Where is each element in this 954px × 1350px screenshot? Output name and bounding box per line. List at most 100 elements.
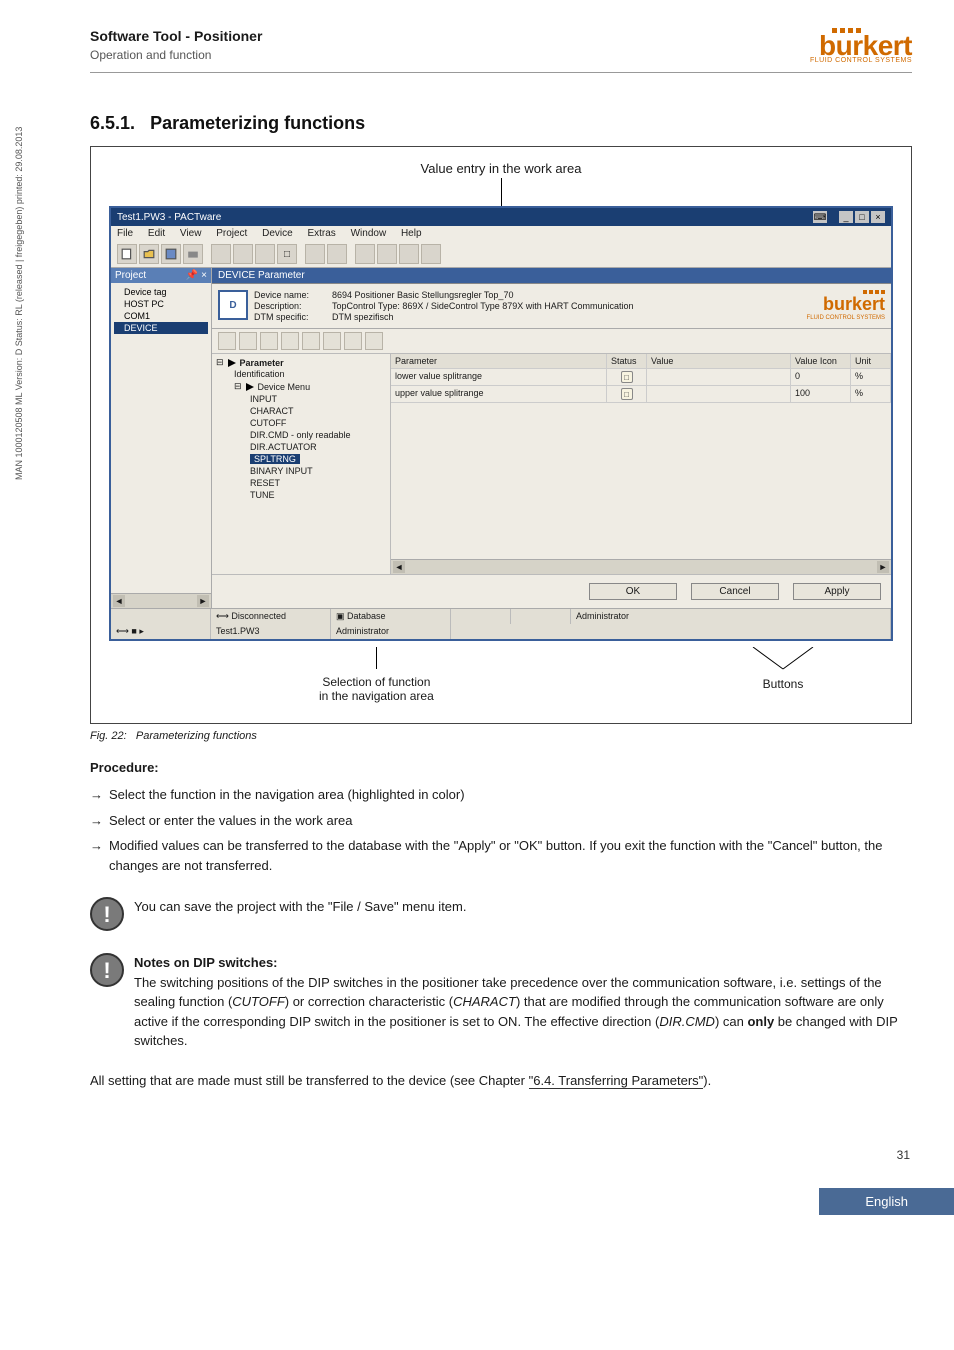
nav-item[interactable]: BINARY INPUT bbox=[216, 465, 386, 477]
figure-container: Value entry in the work area Test1.PW3 -… bbox=[90, 146, 912, 724]
toolbar-icon[interactable] bbox=[233, 244, 253, 264]
nav-item[interactable]: CUTOFF bbox=[216, 417, 386, 429]
procedure-step: →Modified values can be transferred to t… bbox=[90, 836, 912, 875]
menu-edit[interactable]: Edit bbox=[148, 228, 165, 239]
toolbar-icon[interactable] bbox=[399, 244, 419, 264]
param-tb-icon[interactable] bbox=[218, 332, 236, 350]
info-icon: ! bbox=[90, 897, 124, 931]
param-tb-icon[interactable] bbox=[323, 332, 341, 350]
nav-item[interactable]: RESET bbox=[216, 477, 386, 489]
toolbar-icon[interactable] bbox=[327, 244, 347, 264]
param-tb-icon[interactable] bbox=[344, 332, 362, 350]
project-panel-title: Project bbox=[115, 270, 146, 281]
status-bar-2: ⟷ ■ ▸ Test1.PW3 Administrator bbox=[111, 624, 891, 639]
toolbar-icon[interactable] bbox=[255, 244, 275, 264]
nav-item[interactable]: TUNE bbox=[216, 489, 386, 501]
status-admin: Administrator bbox=[331, 624, 451, 639]
nav-item[interactable]: Device Menu bbox=[258, 382, 311, 392]
toolbar-icon[interactable] bbox=[355, 244, 375, 264]
table-row[interactable]: upper value splitrange □ 100 % bbox=[391, 386, 891, 403]
menu-extras[interactable]: Extras bbox=[307, 228, 335, 239]
parameter-table: Parameter Status Value Value Icon Unit l… bbox=[391, 354, 891, 574]
param-tb-icon[interactable] bbox=[365, 332, 383, 350]
nav-item[interactable]: INPUT bbox=[216, 393, 386, 405]
nav-item[interactable]: CHARACT bbox=[216, 405, 386, 417]
toolbar-save-icon[interactable] bbox=[161, 244, 181, 264]
col-status: Status bbox=[607, 354, 647, 368]
header-title: Software Tool - Positioner bbox=[90, 28, 262, 44]
param-tb-icon[interactable] bbox=[239, 332, 257, 350]
col-value: Value bbox=[647, 354, 791, 368]
toolbar-icon[interactable] bbox=[421, 244, 441, 264]
panel-pin-icon[interactable]: 📌 × bbox=[186, 270, 207, 281]
procedure-step: →Select or enter the values in the work … bbox=[90, 811, 912, 831]
menu-file[interactable]: File bbox=[117, 228, 133, 239]
label: Description: bbox=[254, 301, 332, 311]
nav-item[interactable]: DIR.CMD - only readable bbox=[216, 429, 386, 441]
logo-text: burkert bbox=[810, 35, 912, 57]
menu-view[interactable]: View bbox=[180, 228, 202, 239]
param-tb-icon[interactable] bbox=[302, 332, 320, 350]
value: TopControl Type: 869X / SideControl Type… bbox=[332, 301, 634, 311]
device-icon: D bbox=[218, 290, 248, 320]
value: 8694 Positioner Basic Stellungsregler To… bbox=[332, 290, 634, 300]
param-tb-icon[interactable] bbox=[260, 332, 278, 350]
header-subtitle: Operation and function bbox=[90, 48, 262, 62]
keyboard-icon[interactable]: ⌨ bbox=[813, 211, 827, 223]
value: DTM spezifisch bbox=[332, 312, 634, 322]
apply-button[interactable]: Apply bbox=[793, 583, 881, 600]
cancel-button[interactable]: Cancel bbox=[691, 583, 779, 600]
col-unit: Unit bbox=[851, 354, 891, 368]
window-close-icon[interactable]: × bbox=[871, 211, 885, 223]
project-tree-item-selected[interactable]: DEVICE bbox=[114, 322, 208, 334]
cell-param: lower value splitrange bbox=[391, 369, 607, 385]
window-max-icon[interactable]: □ bbox=[855, 211, 869, 223]
status-bar-1: ⟷ Disconnected ▣ Database Administrator bbox=[111, 608, 891, 624]
page-number: 31 bbox=[90, 1148, 912, 1162]
nav-item-selected[interactable]: SPLTRNG bbox=[250, 454, 300, 464]
inner-brand-logo: burkert FLUID CONTROL SYSTEMS bbox=[807, 290, 885, 322]
nav-root[interactable]: Parameter bbox=[240, 358, 284, 368]
toolbar-icon[interactable] bbox=[305, 244, 325, 264]
chapter-link[interactable]: "6.4. Transferring Parameters" bbox=[529, 1073, 704, 1089]
toolbar-icon[interactable] bbox=[211, 244, 231, 264]
menubar: File Edit View Project Device Extras Win… bbox=[111, 226, 891, 241]
leader-line bbox=[376, 647, 377, 669]
table-row[interactable]: lower value splitrange □ 0 % bbox=[391, 369, 891, 386]
toolbar-new-icon[interactable] bbox=[117, 244, 137, 264]
nav-item[interactable]: DIR.ACTUATOR bbox=[216, 441, 386, 453]
nav-item[interactable]: Identification bbox=[216, 368, 386, 380]
project-tree-item[interactable]: HOST PC bbox=[114, 298, 208, 310]
menu-project[interactable]: Project bbox=[216, 228, 247, 239]
param-tb-icon[interactable] bbox=[281, 332, 299, 350]
status-icon: □ bbox=[621, 388, 633, 400]
ok-button[interactable]: OK bbox=[589, 583, 677, 600]
figure-callout-nav: Selection of functionin the navigation a… bbox=[319, 675, 434, 703]
project-tree-item[interactable]: Device tag bbox=[114, 286, 208, 298]
device-parameter-tab[interactable]: DEVICE Parameter bbox=[212, 268, 891, 284]
toolbar-print-icon[interactable] bbox=[183, 244, 203, 264]
window-min-icon[interactable]: _ bbox=[839, 211, 853, 223]
leader-line-top bbox=[501, 178, 502, 206]
cell-unit: % bbox=[851, 386, 891, 402]
parameter-nav-tree: ⊟Parameter Identification ⊟Device Menu I… bbox=[212, 354, 391, 574]
pencil-icon bbox=[228, 359, 236, 367]
menu-device[interactable]: Device bbox=[262, 228, 293, 239]
procedure-heading: Procedure: bbox=[90, 760, 912, 775]
language-tab: English bbox=[819, 1188, 954, 1215]
col-parameter: Parameter bbox=[391, 354, 607, 368]
toolbar-icon[interactable] bbox=[377, 244, 397, 264]
app-screenshot: Test1.PW3 - PACTware ⌨ _ □ × File Edit V… bbox=[109, 206, 893, 641]
toolbar-open-icon[interactable] bbox=[139, 244, 159, 264]
side-scrollbar[interactable]: ◄► bbox=[111, 593, 211, 608]
cell-value bbox=[647, 386, 791, 402]
window-titlebar: Test1.PW3 - PACTware ⌨ _ □ × bbox=[111, 208, 891, 226]
menu-help[interactable]: Help bbox=[401, 228, 422, 239]
toolbar-icon[interactable]: □ bbox=[277, 244, 297, 264]
menu-window[interactable]: Window bbox=[351, 228, 387, 239]
project-tree-item[interactable]: COM1 bbox=[114, 310, 208, 322]
info-note-save: ! You can save the project with the "Fil… bbox=[90, 897, 912, 931]
logo-subtext: FLUID CONTROL SYSTEMS bbox=[810, 57, 912, 64]
table-scrollbar[interactable]: ◄► bbox=[391, 559, 891, 574]
database-icon: ▣ bbox=[336, 611, 345, 621]
